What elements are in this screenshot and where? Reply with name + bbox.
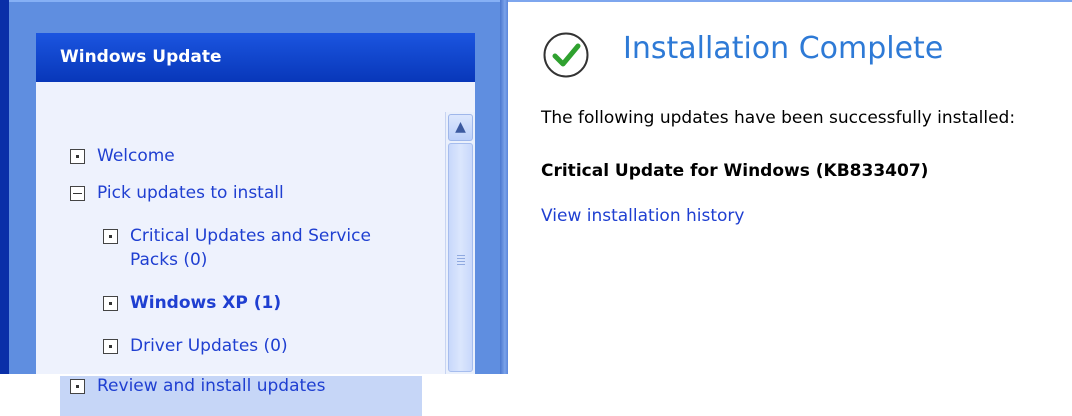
top-border [508, 0, 1072, 2]
vertical-scrollbar[interactable]: ▲ [445, 112, 475, 374]
grip-line [457, 258, 465, 259]
nav-item-label: Windows XP (1) [130, 293, 282, 313]
nav-item-label: Pick updates to install [97, 183, 284, 203]
bullet-box-icon [70, 379, 85, 394]
chevron-up-icon: ▲ [455, 119, 466, 135]
left-edge-bar [0, 0, 9, 374]
nav-item-welcome[interactable]: Welcome [70, 144, 175, 168]
windows-update-panel: Windows Update Welcome Pick updates to i… [36, 33, 475, 416]
nav-item-label: Review and install updates [97, 376, 326, 396]
nav-item-label: Driver Updates (0) [130, 336, 288, 356]
pane-divider [500, 0, 508, 374]
checkmark-icon [543, 32, 589, 78]
nav-item-review-install[interactable]: Review and install updates [70, 374, 326, 398]
installed-update-name: Critical Update for Windows (KB833407) [541, 161, 929, 181]
page-title: Installation Complete [623, 31, 944, 66]
view-history-link[interactable]: View installation history [541, 206, 745, 226]
collapse-box-icon [70, 186, 85, 201]
bullet-box-icon [103, 296, 118, 311]
nav-item-label: Welcome [97, 146, 175, 166]
bullet-box-icon [103, 339, 118, 354]
panel-body: Welcome Pick updates to install Critical… [36, 82, 475, 416]
status-description: The following updates have been successf… [541, 108, 1016, 128]
nav-item-label: Critical Updates and Service Packs (0) [130, 226, 371, 270]
bullet-box-icon [103, 229, 118, 244]
scroll-up-button[interactable]: ▲ [448, 114, 473, 141]
grip-line [457, 255, 465, 256]
grip-line [457, 264, 465, 265]
nav-item-windows-xp[interactable]: Windows XP (1) [103, 291, 281, 315]
grip-line [457, 261, 465, 262]
nav-item-driver-updates[interactable]: Driver Updates (0) [103, 334, 288, 358]
nav-item-pick-updates[interactable]: Pick updates to install [70, 181, 284, 205]
nav-item-critical-updates[interactable]: Critical Updates and Service Packs (0) [103, 224, 371, 272]
bullet-box-icon [70, 149, 85, 164]
scroll-thumb[interactable] [448, 143, 473, 372]
panel-title: Windows Update [36, 33, 475, 82]
